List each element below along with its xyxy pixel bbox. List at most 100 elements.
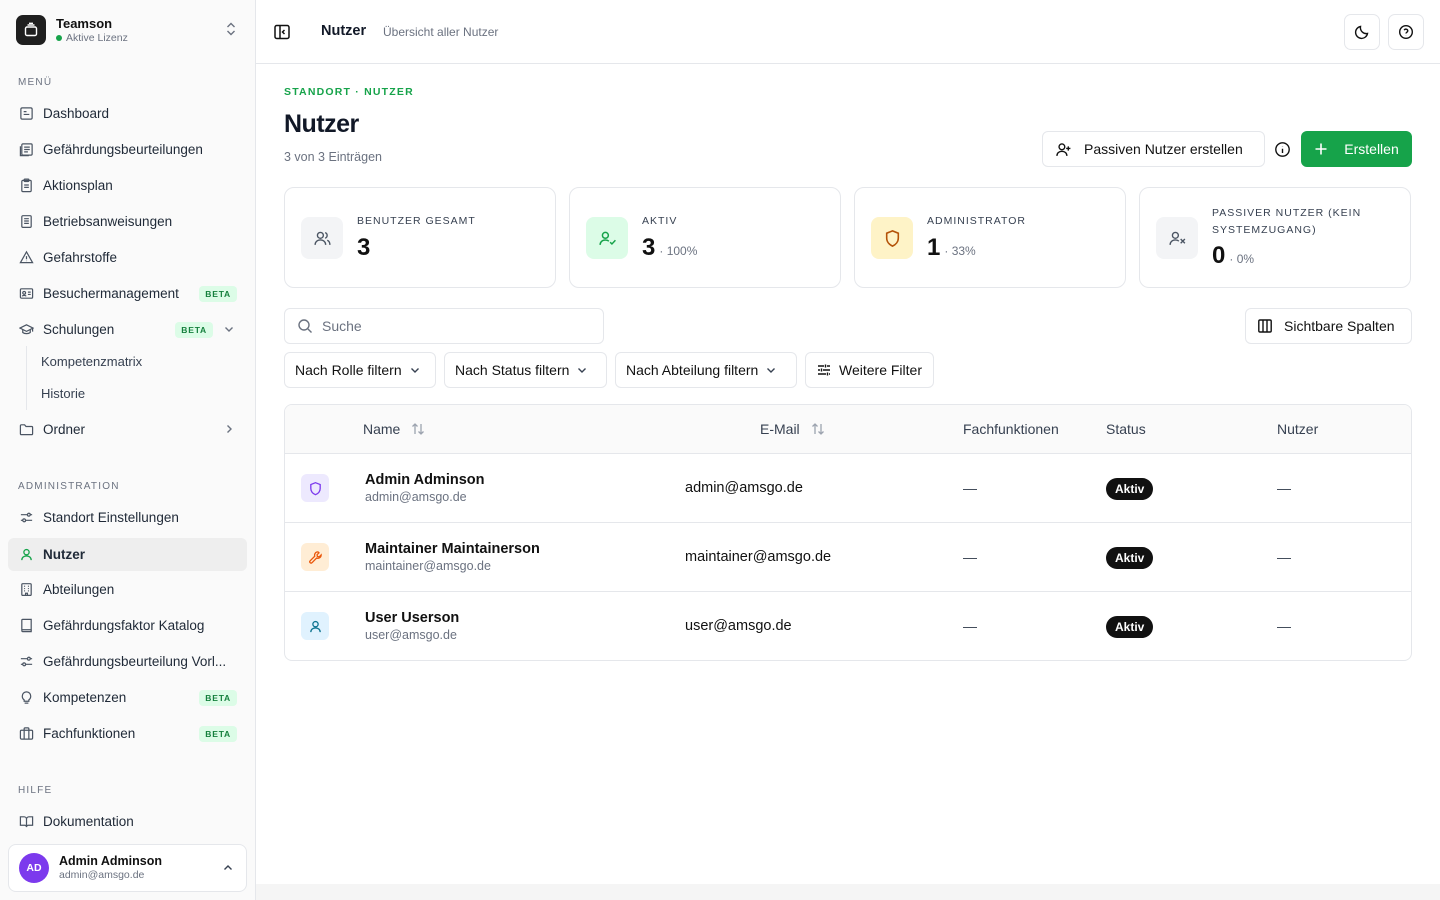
sidebar-toggle-icon[interactable] (272, 22, 292, 42)
email-cell: maintainer@amsgo.de (685, 549, 832, 565)
department-filter[interactable]: Nach Abteilung filtern (615, 352, 797, 388)
beta-badge: BETA (175, 321, 213, 338)
sort-icon[interactable] (410, 421, 426, 437)
sliders-icon (18, 510, 34, 526)
plus-icon (1315, 143, 1327, 155)
sidebar-item-abteilungen[interactable]: Abteilungen (8, 573, 247, 606)
chevron-down-icon (410, 368, 419, 373)
info-icon[interactable] (1274, 141, 1291, 158)
row-user-subtitle: user@amsgo.de (365, 628, 457, 642)
submenu-line (26, 346, 27, 410)
visible-columns-button[interactable]: Sichtbare Spalten (1245, 308, 1412, 344)
nutzer-cell: — (1277, 618, 1291, 634)
table-row[interactable]: Admin Adminson admin@amsgo.de admin@amsg… (285, 454, 1411, 523)
sidebar-item-schulungen[interactable]: Schulungen BETA (8, 313, 247, 346)
sliders-icon (18, 654, 34, 670)
sidebar-item-dokumentation[interactable]: Dokumentation (8, 805, 247, 838)
sidebar-item-label: Schulungen (43, 322, 115, 337)
status-filter[interactable]: Nach Status filtern (444, 352, 607, 388)
stat-label: ADMINISTRATOR (927, 215, 1026, 227)
chevrons-up-down-icon (227, 22, 235, 36)
sidebar-item-aktionsplan[interactable]: Aktionsplan (8, 169, 247, 202)
theme-toggle-button[interactable] (1344, 14, 1380, 50)
more-filters-button[interactable]: Weitere Filter (805, 352, 934, 388)
moon-icon (1354, 25, 1369, 40)
create-button[interactable]: Erstellen (1301, 131, 1412, 167)
folder-icon (18, 422, 34, 438)
sidebar-item-gefahrstoffe[interactable]: Gefahrstoffe (8, 241, 247, 274)
sidebar-item-gefaehrdungsbeurteilung-vorlagen[interactable]: Gefährdungsbeurteilung Vorl... (8, 645, 247, 678)
role-filter-label: Nach Rolle filtern (295, 362, 402, 378)
org-switcher[interactable]: Teamson Aktive Lizenz (16, 14, 240, 46)
users-table: Name E-Mail Fachfunktionen Status Nutzer… (284, 404, 1412, 661)
sidebar-item-gefaehrdungsfaktor-katalog[interactable]: Gefährdungsfaktor Katalog (8, 609, 247, 642)
menu-section-label: MENÜ (18, 77, 53, 88)
column-header-email[interactable]: E-Mail (760, 421, 826, 437)
fachfunktionen-cell: — (963, 618, 977, 634)
building-icon (18, 582, 34, 598)
top-bar: Nutzer Übersicht aller Nutzer (256, 0, 1440, 64)
table-row[interactable]: User Userson user@amsgo.de user@amsgo.de… (285, 592, 1411, 660)
stat-label: BENUTZER GESAMT (357, 215, 476, 227)
fachfunktionen-cell: — (963, 549, 977, 565)
sidebar-item-label: Dashboard (43, 106, 110, 121)
sidebar-item-label: Dokumentation (43, 814, 134, 829)
sidebar-subitem-historie[interactable]: Historie (33, 378, 233, 408)
user-icon (301, 612, 329, 640)
sidebar-subitem-kompetenzmatrix[interactable]: Kompetenzmatrix (33, 346, 233, 376)
visible-columns-label: Sichtbare Spalten (1284, 318, 1395, 334)
sidebar-item-kompetenzen[interactable]: Kompetenzen BETA (8, 681, 247, 714)
stat-card-total: BENUTZER GESAMT 3 (284, 187, 556, 288)
sort-icon[interactable] (810, 421, 826, 437)
table-row[interactable]: Maintainer Maintainerson maintainer@amsg… (285, 523, 1411, 592)
sidebar-item-besuchermanagement[interactable]: Besuchermanagement BETA (8, 277, 247, 310)
sidebar: Teamson Aktive Lizenz MENÜ Dashboard Gef… (0, 0, 256, 900)
help-circle-icon (1398, 24, 1414, 40)
sidebar-item-nutzer[interactable]: Nutzer (8, 538, 247, 571)
search-input[interactable] (322, 318, 582, 334)
file-text-icon (18, 214, 34, 230)
sidebar-item-label: Aktionsplan (43, 178, 113, 193)
warning-icon (18, 250, 34, 266)
sidebar-item-label: Abteilungen (43, 582, 115, 597)
sidebar-item-betriebsanweisungen[interactable]: Betriebsanweisungen (8, 205, 247, 238)
id-card-icon (18, 286, 34, 302)
chevron-down-icon[interactable] (223, 323, 235, 335)
sidebar-item-ordner[interactable]: Ordner (8, 413, 247, 446)
stat-number: 3 (357, 234, 371, 261)
sidebar-item-label: Gefährdungsbeurteilung Vorl... (43, 654, 227, 669)
stat-card-passive: PASSIVER NUTZER (KEIN SYSTEMZUGANG) 0 · 0… (1139, 187, 1411, 288)
column-header-status: Status (1106, 421, 1146, 437)
sidebar-item-label: Nutzer (43, 547, 86, 562)
email-cell: user@amsgo.de (685, 618, 792, 634)
sidebar-item-gefaehrdungsbeurteilungen[interactable]: Gefährdungsbeurteilungen (8, 133, 247, 166)
sidebar-item-label: Gefährdungsbeurteilungen (43, 142, 203, 157)
lightbulb-icon (18, 690, 34, 706)
chevron-right-icon[interactable] (223, 423, 235, 435)
filter-settings-icon (818, 364, 830, 376)
stat-number: 0 (1212, 242, 1226, 269)
admin-section-label: ADMINISTRATION (18, 481, 120, 492)
passive-button-label: Passiven Nutzer erstellen (1084, 141, 1243, 157)
row-user-name: Admin Adminson (365, 472, 485, 488)
book-icon (18, 618, 34, 634)
main-content: STANDORT · NUTZER Nutzer 3 von 3 Einträg… (256, 64, 1440, 884)
user-menu[interactable]: AD Admin Adminson admin@amsgo.de (8, 844, 247, 892)
bottom-strip (256, 884, 1440, 900)
role-filter[interactable]: Nach Rolle filtern (284, 352, 436, 388)
status-badge: Aktiv (1106, 616, 1154, 638)
help-button[interactable] (1388, 14, 1424, 50)
status-badge: Aktiv (1106, 478, 1154, 500)
graduation-cap-icon (18, 322, 34, 338)
sidebar-item-standort-einstellungen[interactable]: Standort Einstellungen (8, 501, 247, 534)
license-label: Aktive Lizenz (66, 31, 128, 44)
user-x-icon (1156, 217, 1198, 259)
sidebar-item-dashboard[interactable]: Dashboard (8, 97, 247, 130)
user-icon (18, 547, 34, 563)
sidebar-item-label: Ordner (43, 422, 86, 437)
column-header-name[interactable]: Name (363, 421, 426, 437)
create-passive-user-button[interactable]: Passiven Nutzer erstellen (1042, 131, 1265, 167)
sidebar-item-fachfunktionen[interactable]: Fachfunktionen BETA (8, 717, 247, 750)
chevron-down-icon (767, 368, 776, 373)
search-box[interactable] (284, 308, 604, 344)
